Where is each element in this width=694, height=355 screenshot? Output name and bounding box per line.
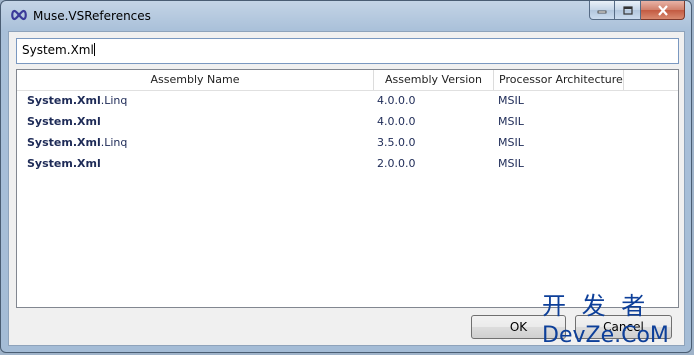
title-bar[interactable]: Muse.VSReferences [1, 1, 691, 31]
text-caret [93, 43, 95, 56]
assembly-version: 4.0.0.0 [377, 115, 416, 128]
close-icon [657, 4, 668, 16]
search-value: System.Xml [22, 43, 94, 57]
window-title: Muse.VSReferences [33, 9, 151, 23]
name-match: System.Xml [27, 157, 101, 170]
column-header-assembly-name[interactable]: Assembly Name [17, 70, 374, 90]
caption-buttons [589, 1, 685, 21]
list-item[interactable]: System.Xml 4.0.0.0 MSIL [17, 112, 678, 133]
list-item[interactable]: System.Xml 2.0.0.0 MSIL [17, 154, 678, 175]
maximize-button[interactable] [615, 1, 641, 20]
name-match: System.Xml [27, 115, 101, 128]
infinity-icon [11, 9, 27, 21]
assembly-name: System.Xml.Linq [27, 136, 127, 149]
column-header-assembly-version[interactable]: Assembly Version [374, 70, 494, 90]
assembly-version: 2.0.0.0 [377, 157, 416, 170]
minimize-button[interactable] [589, 1, 615, 20]
column-header-processor-architecture[interactable]: Processor Architecture [494, 70, 624, 90]
assembly-list[interactable]: Assembly Name Assembly Version Processor… [16, 69, 679, 308]
assembly-name: System.Xml.Linq [27, 94, 127, 107]
processor-architecture: MSIL [498, 157, 524, 170]
ok-button[interactable]: OK [471, 315, 566, 339]
assembly-version: 4.0.0.0 [377, 94, 416, 107]
dialog-content: System.Xml Assembly Name Assembly Versio… [8, 31, 685, 346]
list-header: Assembly Name Assembly Version Processor… [17, 70, 678, 91]
cancel-button[interactable]: Cancel [575, 315, 672, 339]
close-button[interactable] [641, 1, 685, 20]
list-item[interactable]: System.Xml.Linq 3.5.0.0 MSIL [17, 133, 678, 154]
processor-architecture: MSIL [498, 136, 524, 149]
assembly-name: System.Xml [27, 157, 101, 170]
minimize-icon [597, 10, 607, 14]
processor-architecture: MSIL [498, 94, 524, 107]
name-rest: .Linq [100, 136, 128, 149]
list-item[interactable]: System.Xml.Linq 4.0.0.0 MSIL [17, 91, 678, 112]
dialog-window: Muse.VSReferences System.Xml Assembly Na… [0, 0, 692, 353]
name-rest: .Linq [100, 94, 128, 107]
assembly-name: System.Xml [27, 115, 101, 128]
name-match: System.Xml [27, 136, 101, 149]
processor-architecture: MSIL [498, 115, 524, 128]
name-match: System.Xml [27, 94, 101, 107]
search-input[interactable]: System.Xml [16, 38, 679, 64]
assembly-version: 3.5.0.0 [377, 136, 416, 149]
maximize-icon [622, 5, 633, 15]
